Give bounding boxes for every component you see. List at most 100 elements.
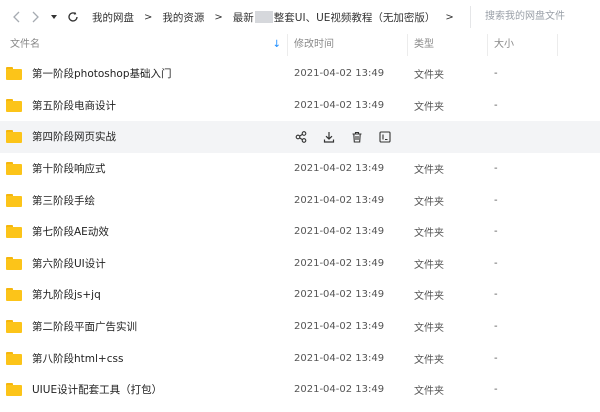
file-row[interactable]: UIUE设计配套工具（打包） 2021-04-02 13:49 文件夹 - (0, 374, 600, 406)
file-name[interactable]: 第四阶段网页实战 (32, 129, 116, 144)
file-size: - (494, 289, 498, 301)
trash-icon[interactable] (350, 130, 364, 144)
folder-icon (6, 320, 22, 334)
file-size: - (494, 68, 498, 80)
breadcrumb-separator: > (144, 11, 153, 23)
folder-icon (6, 67, 22, 81)
download-icon[interactable] (322, 130, 336, 144)
file-name[interactable]: UIUE设计配套工具（打包） (32, 382, 162, 397)
folder-icon (6, 351, 22, 365)
breadcrumb-item-my-resources[interactable]: 我的资源 (162, 10, 204, 25)
folder-icon (6, 162, 22, 176)
file-name[interactable]: 第五阶段电商设计 (32, 98, 116, 113)
file-type: 文件夹 (414, 291, 444, 303)
file-mtime: 2021-04-02 13:49 (294, 352, 385, 364)
toolbar: 我的网盘 > 我的资源 > 最新 整套UI、UE视频教程（无加密版） > 搜索我… (0, 0, 600, 34)
file-row[interactable]: 第七阶段AE动效 2021-04-02 13:49 文件夹 - (0, 216, 600, 248)
file-name-cell: 第二阶段平面广告实训 (0, 319, 288, 334)
file-type: 文件夹 (414, 165, 444, 177)
chevron-left-icon[interactable] (8, 8, 26, 26)
breadcrumb: 我的网盘 > 我的资源 > 最新 整套UI、UE视频教程（无加密版） > (92, 10, 464, 25)
folder-icon (6, 193, 22, 207)
file-list-header: 文件名 ↓ 修改时间 类型 大小 (0, 34, 600, 56)
file-name-cell: 第十阶段响应式 (0, 161, 288, 176)
file-name-cell: 第四阶段网页实战 (0, 129, 288, 144)
file-name-cell: 第六阶段UI设计 (0, 256, 288, 271)
breadcrumb-current-prefix: 最新 (232, 11, 254, 24)
column-header-mtime[interactable]: 修改时间 (288, 34, 408, 56)
file-type: 文件夹 (414, 228, 444, 240)
file-row[interactable]: 第一阶段photoshop基础入门 2021-04-02 13:49 文件夹 - (0, 58, 600, 90)
column-header-name[interactable]: 文件名 ↓ (0, 34, 288, 56)
file-name[interactable]: 第三阶段手绘 (32, 193, 95, 208)
file-type: 文件夹 (414, 386, 444, 398)
breadcrumb-current[interactable]: 最新 整套UI、UE视频教程（无加密版） (232, 10, 436, 25)
file-name[interactable]: 第九阶段js+jq (32, 287, 101, 302)
file-size: - (494, 352, 498, 364)
row-actions (294, 121, 406, 153)
file-type: 文件夹 (414, 70, 444, 82)
file-name-cell: 第三阶段手绘 (0, 193, 288, 208)
caret-down-icon[interactable] (48, 8, 60, 26)
file-name-cell: 第五阶段电商设计 (0, 98, 288, 113)
file-name-cell: 第一阶段photoshop基础入门 (0, 66, 288, 81)
file-mtime: 2021-04-02 13:49 (294, 68, 385, 80)
file-type: 文件夹 (414, 196, 444, 208)
file-size: - (494, 321, 498, 333)
column-header-size[interactable]: 大小 (488, 34, 558, 56)
file-mtime: 2021-04-02 13:49 (294, 289, 385, 301)
file-name[interactable]: 第十阶段响应式 (32, 161, 106, 176)
file-size: - (494, 163, 498, 175)
share-icon[interactable] (294, 130, 308, 144)
file-row[interactable]: 第十阶段响应式 2021-04-02 13:49 文件夹 - (0, 153, 600, 185)
redacted-mosaic (254, 11, 273, 23)
chevron-right-icon[interactable] (26, 8, 44, 26)
file-row[interactable]: 第二阶段平面广告实训 2021-04-02 13:49 文件夹 - (0, 311, 600, 343)
column-header-type[interactable]: 类型 (408, 34, 488, 56)
column-header-name-label: 文件名 (10, 39, 40, 50)
file-mtime: 2021-04-02 13:49 (294, 321, 385, 333)
file-type: 文件夹 (414, 354, 444, 366)
folder-icon (6, 130, 22, 144)
file-row[interactable]: 第九阶段js+jq 2021-04-02 13:49 文件夹 - (0, 279, 600, 311)
arrow-down-icon[interactable]: ↓ (273, 34, 281, 56)
file-row-hovered[interactable]: 第四阶段网页实战 (0, 121, 600, 153)
file-list: 第一阶段photoshop基础入门 2021-04-02 13:49 文件夹 -… (0, 58, 600, 406)
file-name-cell: 第八阶段html+css (0, 351, 288, 366)
breadcrumb-current-suffix: 整套UI、UE视频教程（无加密版） (273, 11, 436, 24)
file-mtime: 2021-04-02 13:49 (294, 194, 385, 206)
file-row[interactable]: 第五阶段电商设计 2021-04-02 13:49 文件夹 - (0, 90, 600, 122)
rename-icon[interactable] (378, 130, 392, 144)
file-name[interactable]: 第二阶段平面广告实训 (32, 319, 137, 334)
file-row[interactable]: 第三阶段手绘 2021-04-02 13:49 文件夹 - (0, 184, 600, 216)
file-mtime: 2021-04-02 13:49 (294, 384, 385, 396)
folder-icon (6, 383, 22, 397)
file-size: - (494, 226, 498, 238)
file-mtime: 2021-04-02 13:49 (294, 163, 385, 175)
file-size: - (494, 384, 498, 396)
file-size: - (494, 99, 498, 111)
file-type: 文件夹 (414, 259, 444, 271)
file-mtime: 2021-04-02 13:49 (294, 99, 385, 111)
file-name-cell: 第七阶段AE动效 (0, 224, 288, 239)
file-name[interactable]: 第一阶段photoshop基础入门 (32, 66, 172, 81)
breadcrumb-separator: > (214, 11, 223, 23)
folder-icon (6, 256, 22, 270)
search-input[interactable]: 搜索我的网盘文件 (470, 6, 588, 28)
file-name[interactable]: 第六阶段UI设计 (32, 256, 106, 271)
file-size: - (494, 257, 498, 269)
breadcrumb-item-my-disk[interactable]: 我的网盘 (92, 10, 134, 25)
folder-icon (6, 288, 22, 302)
refresh-icon[interactable] (64, 8, 82, 26)
file-mtime: 2021-04-02 13:49 (294, 257, 385, 269)
file-name[interactable]: 第八阶段html+css (32, 351, 123, 366)
file-type: 文件夹 (414, 323, 444, 335)
file-row[interactable]: 第八阶段html+css 2021-04-02 13:49 文件夹 - (0, 342, 600, 374)
breadcrumb-separator: > (445, 11, 454, 23)
folder-icon (6, 225, 22, 239)
file-name[interactable]: 第七阶段AE动效 (32, 224, 109, 239)
file-type: 文件夹 (414, 101, 444, 113)
file-mtime: 2021-04-02 13:49 (294, 226, 385, 238)
file-row[interactable]: 第六阶段UI设计 2021-04-02 13:49 文件夹 - (0, 248, 600, 280)
file-name-cell: 第九阶段js+jq (0, 287, 288, 302)
